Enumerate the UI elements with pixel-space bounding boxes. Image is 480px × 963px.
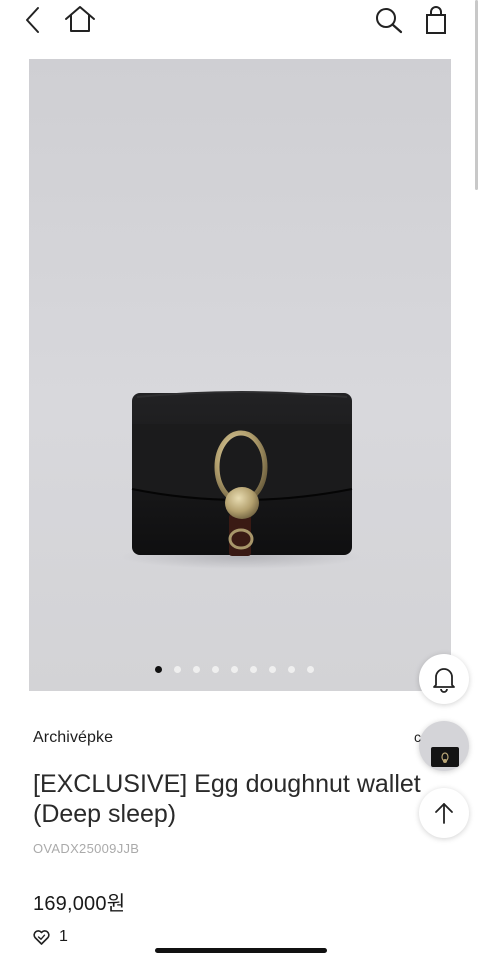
recent-view-thumbnail[interactable] — [419, 721, 469, 771]
carousel-dot[interactable] — [250, 666, 257, 673]
carousel-dot[interactable] — [155, 666, 162, 673]
shopping-bag-icon — [426, 6, 446, 34]
top-nav-bar — [0, 0, 480, 42]
carousel-dot[interactable] — [307, 666, 314, 673]
wallet-photo — [121, 391, 361, 569]
home-icon — [65, 6, 95, 32]
search-icon — [376, 8, 403, 34]
carousel-dot[interactable] — [231, 666, 238, 673]
back-button[interactable] — [18, 4, 48, 36]
chevron-left-icon — [26, 7, 39, 33]
bell-icon — [433, 668, 455, 693]
wallet-thumbnail — [431, 747, 459, 767]
home-indicator[interactable] — [155, 948, 327, 953]
like-button[interactable]: 1 — [33, 928, 68, 946]
carousel-dot[interactable] — [269, 666, 276, 673]
notify-button[interactable] — [419, 654, 469, 704]
brand-name[interactable]: Archivépke — [33, 729, 113, 747]
heart-icon — [33, 929, 50, 945]
product-price: 169,000원 — [33, 893, 126, 915]
arrow-up-icon — [435, 803, 453, 824]
carousel-dot[interactable] — [212, 666, 219, 673]
like-count: 1 — [59, 928, 68, 945]
brand-extra-text: c — [414, 729, 421, 745]
carousel-dot[interactable] — [288, 666, 295, 673]
shopping-bag-button[interactable] — [420, 3, 452, 37]
page-scrollbar[interactable] — [475, 0, 478, 190]
product-title: [EXCLUSIVE] Egg doughnut wallet(Deep sle… — [33, 770, 421, 828]
carousel-dot[interactable] — [174, 666, 181, 673]
search-button[interactable] — [372, 4, 406, 36]
carousel-dot[interactable] — [193, 666, 200, 673]
product-code: OVADX25009JJB — [33, 841, 140, 856]
carousel-indicator — [155, 666, 314, 673]
home-button[interactable] — [62, 3, 98, 35]
product-image[interactable] — [29, 59, 451, 691]
